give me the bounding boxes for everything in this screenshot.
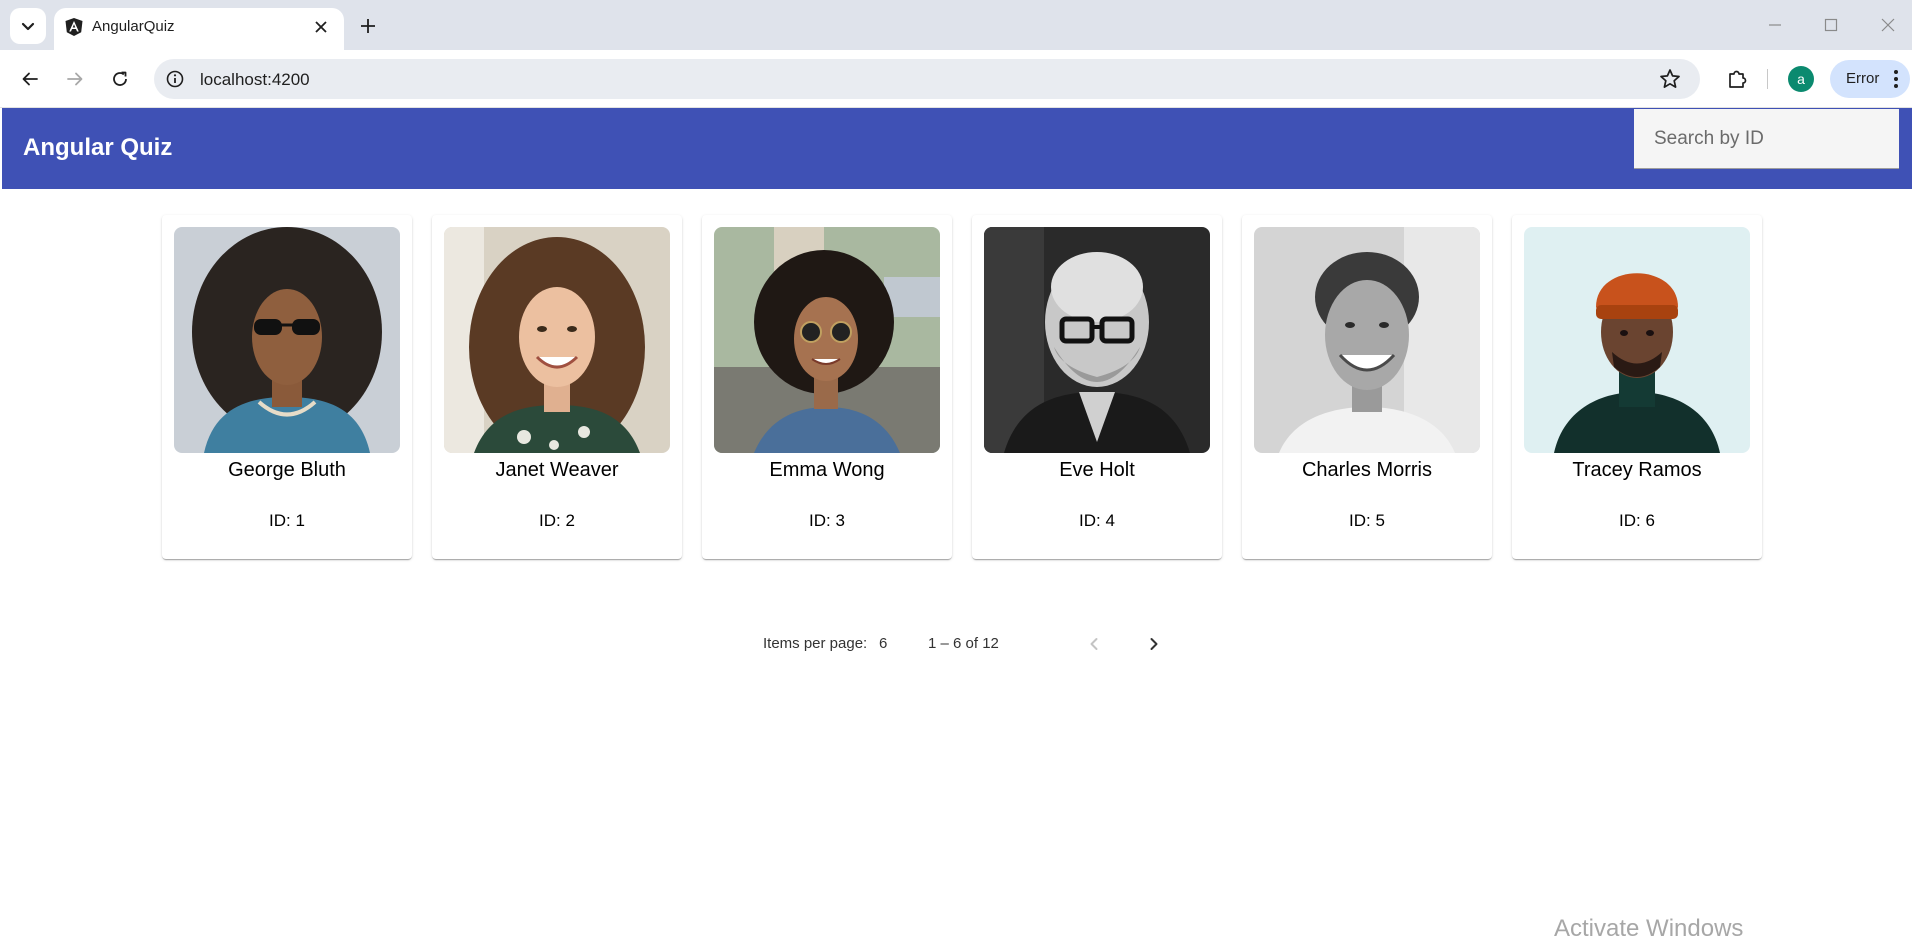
new-tab-button[interactable] [352,10,384,42]
close-tab-button[interactable] [308,14,334,40]
browser-tab[interactable]: AngularQuiz [54,8,344,50]
maximize-icon [1824,18,1838,32]
tab-title: AngularQuiz [92,18,175,35]
profile-avatar[interactable]: a [1788,66,1814,92]
user-avatar-photo [174,227,400,453]
user-card[interactable]: Emma Wong ID: 3 [702,215,952,559]
minimize-window-button[interactable] [1755,10,1795,40]
back-button[interactable] [14,63,46,95]
user-card[interactable]: Janet Weaver ID: 2 [432,215,682,559]
chevron-left-icon [1090,638,1098,650]
minimize-icon [1769,24,1781,26]
user-name: Tracey Ramos [1572,459,1702,481]
app-toolbar: Angular Quiz [2,108,1912,189]
browser-tab-strip: AngularQuiz [0,0,1912,50]
app-title: Angular Quiz [23,134,173,161]
search-by-id-input[interactable] [1634,109,1899,168]
user-avatar-photo [1524,227,1750,453]
plus-icon [361,19,375,33]
toolbar-divider [1767,69,1768,89]
user-card-grid: George Bluth ID: 1 Janet Weaver ID: 2 Em… [162,215,1762,560]
page-range-label: 1 – 6 of 12 [928,635,999,652]
maximize-window-button[interactable] [1811,10,1851,40]
reload-button[interactable] [104,63,136,95]
user-id: ID: 2 [539,511,575,530]
user-id: ID: 1 [269,511,305,530]
user-name: Eve Holt [1059,459,1135,481]
activate-windows-watermark: Activate Windows [1554,915,1744,942]
close-icon [315,21,327,33]
next-page-button[interactable] [1134,624,1174,664]
tab-search-button[interactable] [10,8,46,44]
more-vert-icon [1894,70,1898,88]
user-avatar-photo [984,227,1210,453]
close-icon [1881,18,1895,32]
puzzle-piece-icon [1729,70,1747,88]
user-avatar-photo [714,227,940,453]
user-id: ID: 4 [1079,511,1115,530]
user-avatar-photo [444,227,670,453]
user-id: ID: 3 [809,511,845,530]
previous-page-button[interactable] [1074,624,1114,664]
user-name: George Bluth [228,459,346,481]
user-card[interactable]: Charles Morris ID: 5 [1242,215,1492,559]
user-avatar-photo [1254,227,1480,453]
user-name: Emma Wong [769,459,885,481]
items-per-page-label: Items per page: [763,635,868,652]
arrow-right-icon [67,72,83,86]
address-bar[interactable]: localhost:4200 [154,59,1700,99]
arrow-left-icon [22,72,38,86]
bookmark-star-icon[interactable] [1658,67,1682,91]
chevron-right-icon [1150,638,1158,650]
user-card[interactable]: George Bluth ID: 1 [162,215,412,559]
user-card[interactable]: Tracey Ramos ID: 6 [1512,215,1762,559]
forward-button[interactable] [59,63,91,95]
user-name: Charles Morris [1301,459,1433,481]
user-name: Janet Weaver [495,459,619,481]
user-id: ID: 5 [1349,511,1385,530]
error-chip-button[interactable]: Error [1830,60,1910,98]
reload-icon [113,71,127,86]
search-field[interactable] [1634,109,1899,169]
close-window-button[interactable] [1868,10,1908,40]
user-card[interactable]: Eve Holt ID: 4 [972,215,1222,559]
chevron-down-icon [21,22,35,31]
error-chip-label: Error [1846,70,1880,87]
extensions-button[interactable] [1722,64,1752,94]
user-id: ID: 6 [1619,511,1655,530]
site-info-icon[interactable] [164,68,186,90]
page-size-select[interactable]: 6 [879,635,887,652]
paginator: Items per page: 6 1 – 6 of 12 [700,620,1220,668]
angular-logo-icon [65,18,83,36]
browser-toolbar: localhost:4200 a Error [0,50,1912,108]
url-text: localhost:4200 [200,70,310,89]
